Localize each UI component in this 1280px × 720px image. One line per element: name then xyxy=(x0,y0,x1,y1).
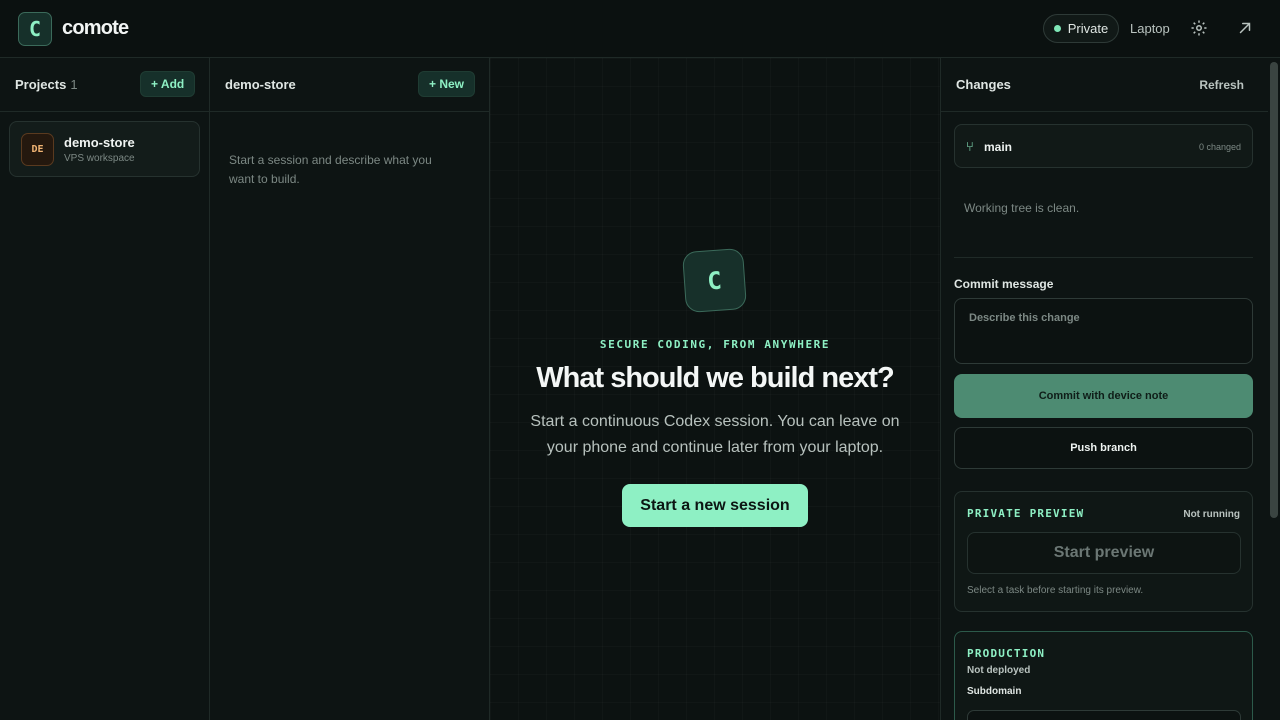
branch-selector[interactable]: ⑂ main 0 changed xyxy=(954,124,1253,168)
private-status-pill[interactable]: Private xyxy=(1043,14,1119,43)
hero-title: What should we build next? xyxy=(536,362,894,394)
preview-status: Not running xyxy=(1183,509,1240,520)
start-preview-button[interactable]: Start preview xyxy=(967,532,1241,574)
hero-kicker: SECURE CODING, FROM ANYWHERE xyxy=(599,338,831,351)
projects-title-text: Projects xyxy=(15,77,67,92)
projects-title: Projects 1 xyxy=(15,77,78,92)
device-selector[interactable]: Laptop xyxy=(1130,21,1170,36)
changes-title: Changes xyxy=(956,77,1011,92)
commit-message-label: Commit message xyxy=(954,277,1054,291)
hero-description: Start a continuous Codex session. You ca… xyxy=(530,413,900,456)
sessions-header: demo-store + New xyxy=(210,58,489,112)
projects-header: Projects 1 + Add xyxy=(0,58,209,112)
new-session-button[interactable]: + New xyxy=(418,71,476,97)
project-avatar: DE xyxy=(21,133,54,166)
changes-scrollbar[interactable] xyxy=(1268,58,1280,720)
app-name: comote xyxy=(62,17,129,39)
changes-panel: Changes Refresh ⑂ main 0 changed Working… xyxy=(940,58,1280,720)
divider xyxy=(954,257,1253,258)
branch-name: main xyxy=(984,140,1013,154)
hero-logo: C xyxy=(681,247,748,314)
private-label: Private xyxy=(1067,21,1109,36)
main-panel: C SECURE CODING, FROM ANYWHERE What shou… xyxy=(490,58,940,720)
top-bar: C comote Private Laptop xyxy=(0,0,1280,58)
start-new-session-button[interactable]: Start a new session xyxy=(622,484,808,527)
subdomain-input[interactable] xyxy=(967,710,1241,720)
git-branch-icon: ⑂ xyxy=(966,139,974,154)
status-dot-icon xyxy=(1053,25,1061,32)
projects-panel: Projects 1 + Add DE demo-store VPS worksp… xyxy=(0,58,210,720)
changes-header: Changes Refresh xyxy=(941,58,1280,112)
sessions-empty-text: Start a session and describe what you wa… xyxy=(229,153,432,186)
changed-count: 0 changed xyxy=(1198,142,1241,152)
refresh-button[interactable]: Refresh xyxy=(1199,78,1244,92)
commit-button[interactable]: Commit with device note xyxy=(954,374,1253,418)
project-subtitle: VPS workspace xyxy=(64,153,135,164)
projects-count: 1 xyxy=(70,77,78,92)
arrow-up-right-icon[interactable] xyxy=(1236,19,1254,37)
project-name: demo-store xyxy=(64,135,135,150)
preview-note: Select a task before starting its previe… xyxy=(967,585,1144,596)
push-branch-button[interactable]: Push branch xyxy=(954,427,1253,469)
preview-title: PRIVATE PREVIEW xyxy=(967,507,1085,520)
production-status: Not deployed xyxy=(967,665,1031,676)
commit-message-input[interactable] xyxy=(954,298,1253,364)
private-preview-card: PRIVATE PREVIEW Not running Start previe… xyxy=(954,491,1253,612)
production-card: PRODUCTION Not deployed Subdomain xyxy=(954,631,1253,720)
tree-status: Working tree is clean. xyxy=(964,201,1080,215)
subdomain-label: Subdomain xyxy=(967,686,1022,697)
add-project-button[interactable]: + Add xyxy=(140,71,196,97)
project-item-demo-store[interactable]: DE demo-store VPS workspace xyxy=(9,121,200,177)
sessions-panel: demo-store + New Start a session and des… xyxy=(210,58,490,720)
app-logo[interactable]: C xyxy=(18,12,52,46)
scrollbar-thumb[interactable] xyxy=(1270,62,1278,518)
production-title: PRODUCTION xyxy=(967,647,1046,660)
gear-icon[interactable] xyxy=(1190,19,1208,37)
sessions-title: demo-store xyxy=(225,77,296,92)
